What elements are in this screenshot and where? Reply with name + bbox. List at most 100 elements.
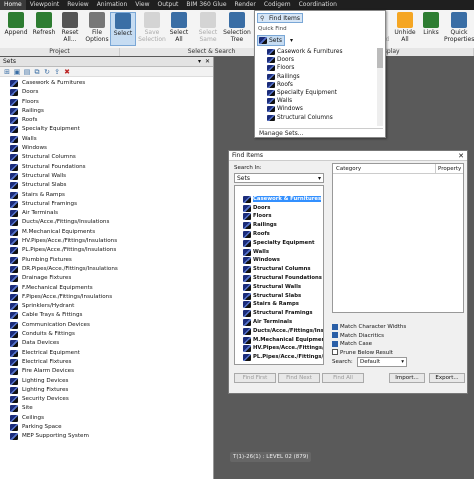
find-all-button[interactable]: Find All: [322, 373, 364, 383]
links-button[interactable]: Links: [420, 12, 442, 46]
menu-render[interactable]: Render: [231, 0, 260, 10]
list-item[interactable]: F.Pipes/Acce./Fittings/Insulations: [0, 293, 213, 302]
list-item[interactable]: Walls: [0, 135, 213, 144]
reset-button[interactable]: Reset All...: [58, 12, 82, 46]
tree-item[interactable]: Casework & Furnitures: [235, 195, 323, 204]
dropdown-item[interactable]: Railings: [265, 73, 380, 81]
menu-coordination[interactable]: Coordination: [295, 0, 341, 10]
list-item[interactable]: Sprinklers/Hydrant: [0, 302, 213, 311]
list-item[interactable]: Data Devices: [0, 339, 213, 348]
list-item[interactable]: Railings: [0, 107, 213, 116]
selection-tree-button[interactable]: Selection Tree: [222, 12, 252, 46]
find-first-button[interactable]: Find First: [234, 373, 276, 383]
list-item[interactable]: Lighting Devices: [0, 377, 213, 386]
save-selection-button[interactable]: Save Selection: [138, 12, 166, 46]
list-item[interactable]: Windows: [0, 144, 213, 153]
list-item[interactable]: Air Terminals: [0, 209, 213, 218]
list-item[interactable]: F.Mechanical Equipments: [0, 284, 213, 293]
list-item[interactable]: MEP Supporting System: [0, 432, 213, 441]
save-selection-icon[interactable]: ▣: [13, 68, 21, 76]
list-item[interactable]: Conduits & Fittings: [0, 330, 213, 339]
list-item[interactable]: Structural Framings: [0, 200, 213, 209]
dropdown-item[interactable]: Walls: [265, 97, 380, 105]
checkbox-match-case[interactable]: Match Case: [332, 340, 372, 348]
tree-item[interactable]: Structural Foundations: [235, 274, 323, 283]
list-item[interactable]: Cable Trays & Fittings: [0, 311, 213, 320]
sets-dropdown-button[interactable]: Sets ▾: [257, 35, 293, 46]
dropdown-item[interactable]: Floors: [265, 64, 380, 72]
tree-item[interactable]: Structural Slabs: [235, 292, 323, 301]
save-search-icon[interactable]: ⊞: [3, 68, 11, 76]
list-item[interactable]: Ceilings: [0, 414, 213, 423]
tree-item[interactable]: M.Mechanical Equipments: [235, 336, 323, 345]
list-item[interactable]: Casework & Furnitures: [0, 79, 213, 88]
list-item[interactable]: Security Devices: [0, 395, 213, 404]
list-item[interactable]: Plumbing Fixtures: [0, 256, 213, 265]
dropdown-scrollbar[interactable]: [377, 48, 383, 126]
menu-output[interactable]: Output: [154, 0, 183, 10]
unhide-button[interactable]: Unhide All: [392, 12, 418, 46]
checkbox-match-diacritics[interactable]: Match Diacritics: [332, 332, 384, 340]
list-item[interactable]: Roofs: [0, 116, 213, 125]
dropdown-item[interactable]: Casework & Furnitures: [265, 48, 380, 56]
conditions-grid[interactable]: Category Property: [332, 163, 464, 313]
menu-animation[interactable]: Animation: [93, 0, 132, 10]
menu-review[interactable]: Review: [63, 0, 92, 10]
tree-item[interactable]: Windows: [235, 256, 323, 265]
list-item[interactable]: Drainage Fixtures: [0, 274, 213, 283]
checkbox-box[interactable]: [332, 323, 338, 330]
list-item[interactable]: Stairs & Ramps: [0, 191, 213, 200]
list-item[interactable]: Electrical Fixtures: [0, 358, 213, 367]
tree-item[interactable]: HV.Pipes/Acce./Fittings/Ins: [235, 344, 323, 353]
tree-item[interactable]: Roofs: [235, 230, 323, 239]
close-icon[interactable]: ✕: [205, 57, 210, 67]
list-item[interactable]: Specialty Equipment: [0, 125, 213, 134]
list-item[interactable]: Structural Slabs: [0, 181, 213, 190]
list-item[interactable]: DR.Pipes/Acce./Fittings/Insulations: [0, 265, 213, 274]
select-all-button[interactable]: Select All: [166, 12, 192, 46]
list-item[interactable]: M.Mechanical Equipments: [0, 228, 213, 237]
list-item[interactable]: Doors: [0, 88, 213, 97]
update-icon[interactable]: ↻: [43, 68, 51, 76]
menu-bim-360-glue[interactable]: BIM 360 Glue: [182, 0, 230, 10]
list-item[interactable]: PL.Pipes/Acce./Fittings/Insulations: [0, 246, 213, 255]
checkbox-box[interactable]: [332, 340, 338, 347]
tree-item[interactable]: PL.Pipes/Acce./Fittings/Ins: [235, 353, 323, 362]
dropdown-icon[interactable]: ▾: [198, 57, 201, 67]
menu-view[interactable]: View: [131, 0, 153, 10]
dropdown-item[interactable]: Structural Columns: [265, 114, 380, 122]
checkbox-box[interactable]: [332, 332, 338, 338]
list-item[interactable]: Communication Devices: [0, 321, 213, 330]
export-icon[interactable]: ⇪: [53, 68, 61, 76]
checkbox-box[interactable]: [332, 349, 338, 355]
list-item[interactable]: Site: [0, 404, 213, 413]
list-item[interactable]: Floors: [0, 98, 213, 107]
checkbox-match-character-widths[interactable]: Match Character Widths: [332, 323, 406, 331]
append-button[interactable]: Append: [2, 12, 30, 46]
list-item[interactable]: Structural Walls: [0, 172, 213, 181]
dropdown-item[interactable]: Doors: [265, 56, 380, 64]
column-property[interactable]: Property: [435, 164, 461, 174]
menu-viewpoint[interactable]: Viewpoint: [26, 0, 64, 10]
tree-item[interactable]: Walls: [235, 248, 323, 257]
import-button[interactable]: Import...: [389, 373, 425, 383]
search-mode-select[interactable]: Default ▾: [357, 357, 407, 367]
list-item[interactable]: Electrical Equipment: [0, 349, 213, 358]
menu-home[interactable]: Home: [0, 0, 26, 10]
quick-properties-button[interactable]: Quick Properties: [444, 12, 474, 46]
dropdown-item[interactable]: Windows: [265, 105, 380, 113]
tree-item[interactable]: Stairs & Ramps: [235, 300, 323, 309]
tree-item[interactable]: Ducts/Acce./Fittings/Insu: [235, 327, 323, 336]
list-item[interactable]: Lighting Fixtures: [0, 386, 213, 395]
duplicate-icon[interactable]: ⧉: [33, 68, 41, 76]
dropdown-item[interactable]: Roofs: [265, 81, 380, 89]
menu-codigem[interactable]: Codigem: [260, 0, 295, 10]
close-icon[interactable]: ✕: [458, 151, 464, 161]
file-options-button[interactable]: File Options: [84, 12, 110, 46]
list-item[interactable]: Ducts/Acce./Fittings/Insulations: [0, 218, 213, 227]
search-in-select[interactable]: Sets ▾: [234, 173, 324, 183]
tree-item[interactable]: Floors: [235, 212, 323, 221]
tree-item[interactable]: Structural Framings: [235, 309, 323, 318]
tree-item[interactable]: Structural Columns: [235, 265, 323, 274]
select-same-button[interactable]: Select Same: [194, 12, 222, 46]
